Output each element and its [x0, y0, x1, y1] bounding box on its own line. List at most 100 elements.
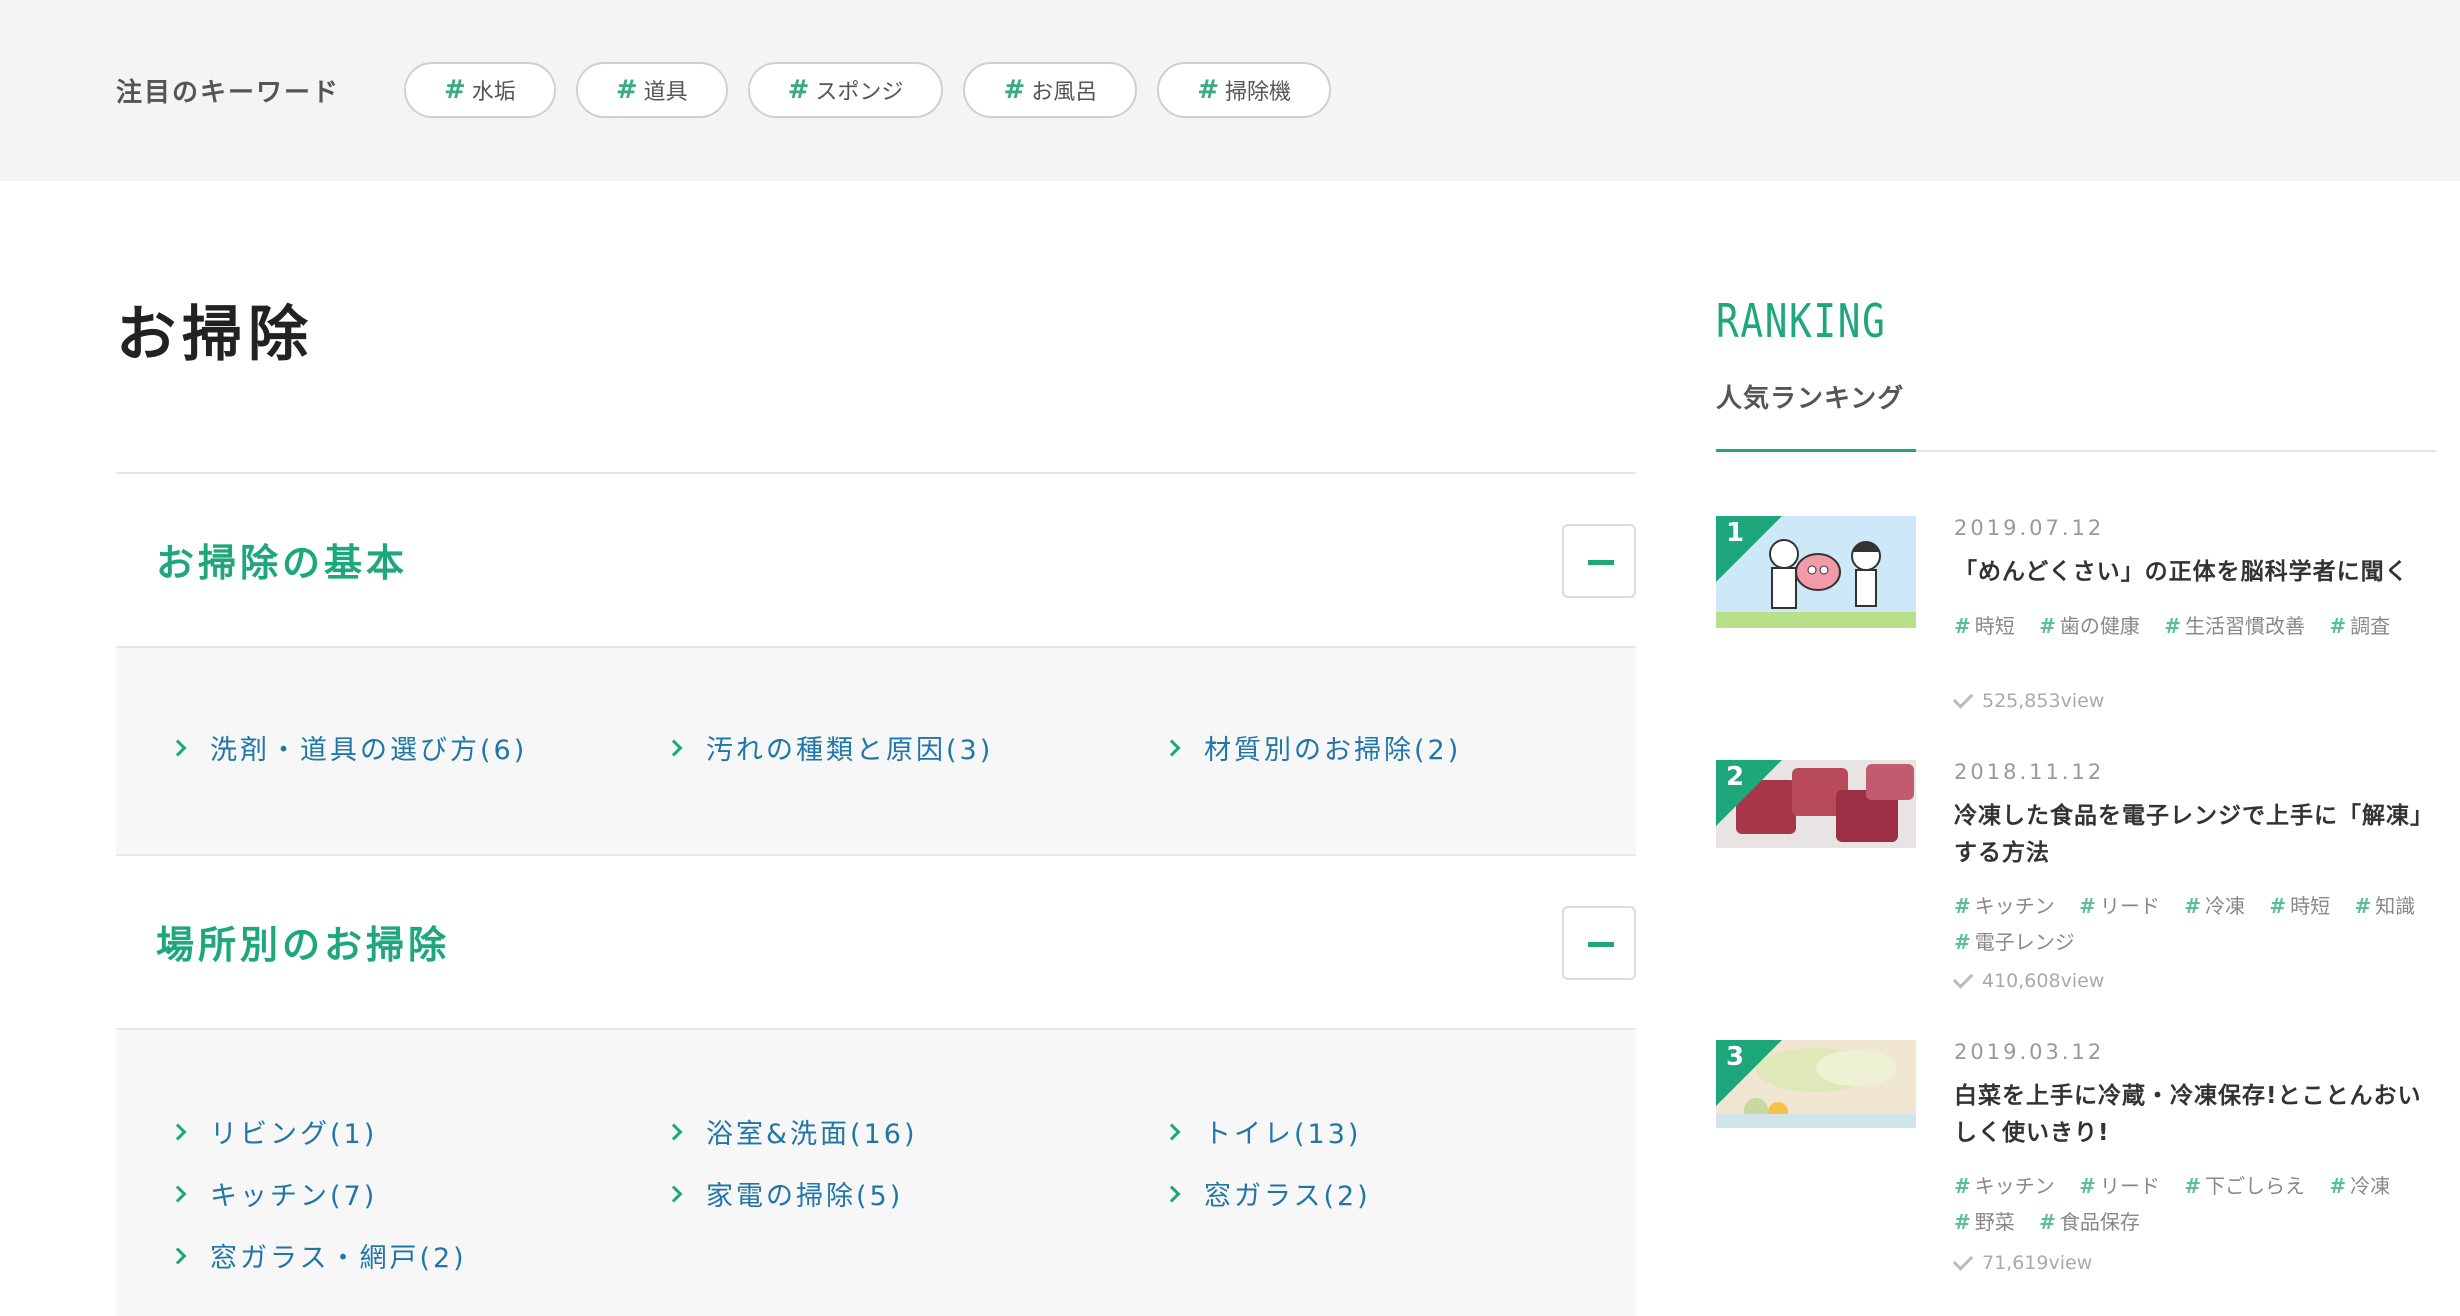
tag-label: 下ごしらえ	[2205, 1174, 2306, 1198]
article-tag[interactable]: # 時短	[2269, 888, 2330, 924]
section-header-by-place[interactable]: 場所別のお掃除	[116, 854, 1636, 1030]
keyword-tag-label: 掃除機	[1225, 80, 1292, 105]
article-tag[interactable]: # 歯の健康	[2039, 608, 2140, 644]
article-date: 2019.03.12	[1954, 1040, 2105, 1064]
hash-icon: #	[1003, 75, 1026, 105]
article-tag[interactable]: # 電子レンジ	[1954, 924, 2075, 960]
category-link[interactable]: キッチン(7)	[169, 1174, 377, 1213]
category-link[interactable]: 洗剤・道具の選び方(6)	[169, 728, 527, 767]
keyword-tag[interactable]: # 掃除機	[1157, 62, 1332, 118]
article-thumbnail[interactable]: 2	[1716, 760, 1916, 872]
category-link-label: 窓ガラス・網戸(2)	[210, 1243, 467, 1274]
view-count: 71,619view	[1982, 1252, 2093, 1274]
tag-label: 調査	[2350, 614, 2391, 638]
category-link[interactable]: トイレ(13)	[1163, 1112, 1362, 1151]
article-tag[interactable]: # キッチン	[1954, 1168, 2055, 1204]
keyword-tag[interactable]: # 水垢	[404, 62, 556, 118]
hash-icon: #	[2329, 614, 2347, 638]
ranking-item[interactable]: 2 2018.11.12 冷凍した食品を電子レンジで上手に「解凍」する方法 # キ…	[1716, 760, 2436, 1000]
ranking-item[interactable]: 3 2019.03.12 白菜を上手に冷蔵・冷凍保存!とことんおいしく使いきり!…	[1716, 1040, 2436, 1290]
check-icon	[1952, 1250, 1974, 1271]
section-header-basics[interactable]: お掃除の基本	[116, 472, 1636, 648]
hash-icon: #	[444, 75, 466, 105]
category-link[interactable]: 材質別のお掃除(2)	[1163, 728, 1461, 767]
category-link[interactable]: 浴室&洗面(16)	[665, 1112, 918, 1151]
check-icon	[1952, 968, 1974, 989]
category-link-label: 家電の掃除(5)	[706, 1181, 904, 1212]
article-tags: # キッチン # リード # 下ごしらえ # 冷凍 # 野菜 # 食品保存	[1954, 1168, 2434, 1240]
hash-icon: #	[787, 75, 810, 105]
view-count: 410,608view	[1982, 970, 2105, 992]
chevron-right-icon	[169, 1123, 187, 1140]
category-link-label: 窓ガラス(2)	[1204, 1181, 1371, 1212]
category-link-label: 浴室&洗面(16)	[706, 1119, 918, 1150]
tag-label: リード	[2099, 1174, 2160, 1198]
chevron-right-icon	[169, 1185, 187, 1202]
category-link[interactable]: 家電の掃除(5)	[665, 1174, 904, 1213]
tag-label: 生活習慣改善	[2185, 614, 2306, 638]
view-count: 525,853view	[1982, 690, 2105, 712]
tag-label: 冷凍	[2350, 1174, 2391, 1198]
article-tag[interactable]: # リード	[2079, 888, 2160, 924]
hash-icon: #	[1954, 614, 1971, 638]
article-tag[interactable]: # 時短	[1954, 608, 2015, 644]
keyword-tag-label: スポンジ	[815, 80, 904, 105]
category-link[interactable]: リビング(1)	[169, 1112, 377, 1151]
collapse-button[interactable]	[1562, 906, 1636, 980]
article-tag[interactable]: # 下ごしらえ	[2184, 1168, 2305, 1204]
article-thumbnail[interactable]: 3	[1716, 1040, 1916, 1152]
keyword-tag[interactable]: # 道具	[575, 62, 728, 118]
tag-label: 知識	[2375, 894, 2416, 918]
minus-icon	[1588, 560, 1614, 565]
chevron-right-icon	[1163, 1123, 1181, 1140]
article-views: 410,608view	[1952, 968, 2105, 992]
category-link[interactable]: 汚れの種類と原因(3)	[665, 728, 993, 767]
category-link[interactable]: 窓ガラス・網戸(2)	[169, 1236, 467, 1275]
keyword-tag[interactable]: # お風呂	[963, 62, 1138, 118]
hash-icon: #	[2354, 894, 2372, 918]
article-title[interactable]: 白菜を上手に冷蔵・冷凍保存!とことんおいしく使いきり!	[1954, 1078, 2424, 1152]
keyword-tags: # 水垢 # 道具 # スポンジ # お風呂 # 掃除機	[404, 62, 1332, 118]
category-link-label: トイレ(13)	[1204, 1119, 1362, 1150]
keyword-bar: 注目のキーワード # 水垢 # 道具 # スポンジ # お風呂 # 掃除機	[0, 0, 2460, 181]
article-title[interactable]: 冷凍した食品を電子レンジで上手に「解凍」する方法	[1954, 798, 2424, 872]
article-tag[interactable]: # 野菜	[1954, 1204, 2015, 1240]
section-title: 場所別のお掃除	[156, 923, 451, 967]
article-tag[interactable]: # 知識	[2355, 888, 2416, 924]
ranking-item[interactable]: 1 2019.07.12 「めんどくさい」の正体を脳科学者に聞く # 時短 # 歯の…	[1716, 516, 2436, 716]
article-tag[interactable]: # 調査	[2329, 608, 2390, 644]
ranking-heading-jp: 人気ランキング	[1716, 384, 1905, 414]
hash-icon: #	[1197, 75, 1220, 105]
article-tag[interactable]: # 生活習慣改善	[2164, 608, 2305, 644]
article-thumbnail[interactable]: 1	[1716, 516, 1916, 628]
tag-label: 電子レンジ	[1974, 930, 2075, 954]
collapse-button[interactable]	[1562, 524, 1636, 598]
keyword-tag-label: 水垢	[471, 80, 516, 105]
article-title[interactable]: 「めんどくさい」の正体を脳科学者に聞く	[1954, 554, 2424, 591]
keyword-tag[interactable]: # スポンジ	[747, 62, 944, 118]
article-tag[interactable]: # リード	[2079, 1168, 2160, 1204]
article-date: 2018.11.12	[1954, 760, 2105, 784]
tag-label: リード	[2099, 894, 2160, 918]
hash-icon: #	[2039, 1210, 2056, 1234]
article-tag[interactable]: # 冷凍	[2329, 1168, 2390, 1204]
hash-icon: #	[2269, 894, 2287, 918]
category-link[interactable]: 窓ガラス(2)	[1163, 1174, 1371, 1213]
hash-icon: #	[2079, 1174, 2096, 1198]
tag-label: 歯の健康	[2059, 614, 2140, 638]
article-tag[interactable]: # 食品保存	[2039, 1204, 2140, 1240]
article-tags: # キッチン # リード # 冷凍 # 時短 # 知識 # 電子レンジ	[1954, 888, 2434, 960]
article-tag[interactable]: # 冷凍	[2184, 888, 2245, 924]
chevron-right-icon	[665, 739, 683, 756]
divider-accent	[1716, 449, 1916, 452]
tag-label: キッチン	[1974, 894, 2055, 918]
chevron-right-icon	[169, 1247, 187, 1264]
hash-icon: #	[1954, 1174, 1971, 1198]
tag-label: キッチン	[1974, 1174, 2055, 1198]
chevron-right-icon	[1163, 1185, 1181, 1202]
tag-label: 冷凍	[2205, 894, 2246, 918]
keyword-bar-title: 注目のキーワード	[116, 78, 341, 108]
hash-icon: #	[1954, 1210, 1971, 1234]
hash-icon: #	[2329, 1174, 2347, 1198]
article-tag[interactable]: # キッチン	[1954, 888, 2055, 924]
